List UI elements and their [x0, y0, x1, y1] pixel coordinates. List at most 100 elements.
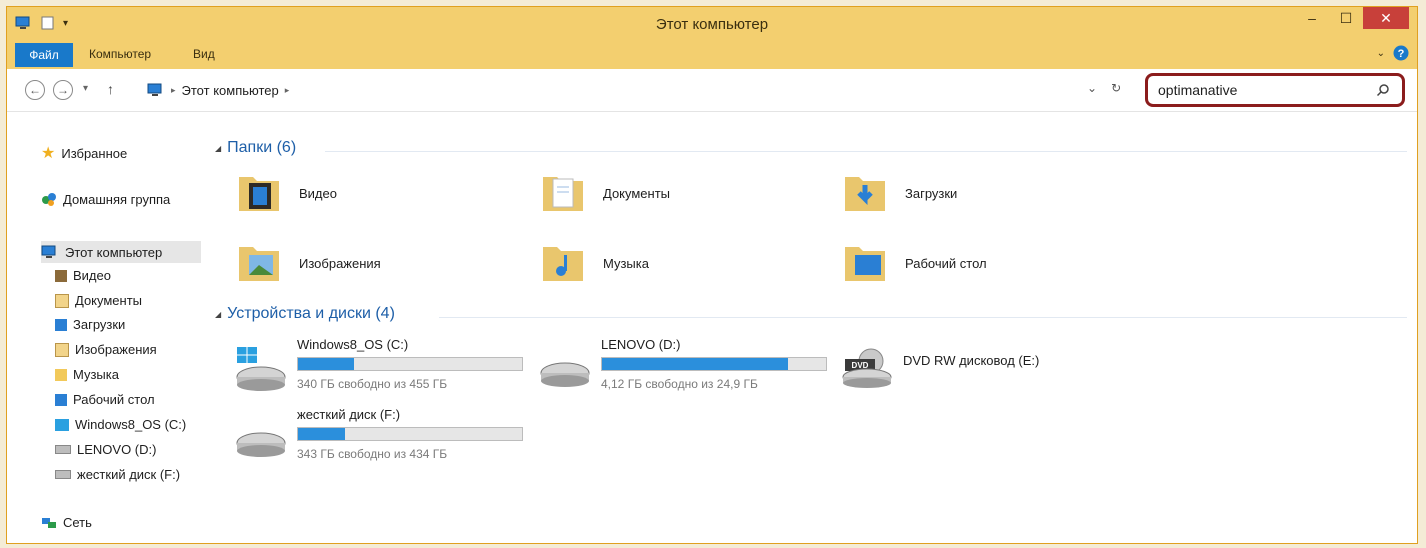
- nav-label: Рабочий стол: [73, 392, 155, 407]
- drive-icon: [55, 445, 71, 454]
- desktop-folder-icon: [55, 393, 67, 406]
- forward-button[interactable]: →: [53, 80, 73, 100]
- navigation-pane: ★ Избранное Домашняя группа Этот компьют…: [7, 111, 207, 543]
- nav-favorites[interactable]: ★ Избранное: [41, 143, 127, 163]
- address-bar[interactable]: ▸ Этот компьютер ▸: [147, 79, 1132, 101]
- drive-name: DVD RW дисковод (E:): [903, 353, 1040, 368]
- drive-icon: [540, 362, 590, 387]
- nav-item-pictures[interactable]: Изображения: [55, 342, 157, 357]
- nav-network[interactable]: Сеть: [41, 515, 92, 530]
- group-header-folders[interactable]: ◢ Папки (6): [215, 139, 296, 157]
- nav-label: Изображения: [75, 342, 157, 357]
- help-icon[interactable]: ?: [1393, 45, 1409, 61]
- folder-label: Рабочий стол: [905, 255, 987, 271]
- nav-item-drive-f[interactable]: жесткий диск (F:): [55, 467, 180, 482]
- svg-text:?: ?: [1398, 48, 1405, 60]
- folder-label: Документы: [603, 185, 671, 201]
- group-divider: [325, 151, 1407, 152]
- drive-icon: [55, 470, 71, 479]
- search-box[interactable]: optimanative: [1145, 73, 1405, 107]
- window-title: Этот компьютер: [655, 16, 769, 33]
- expand-ribbon-icon[interactable]: ⌄: [1377, 48, 1385, 59]
- nav-label: LENOVO (D:): [77, 442, 157, 457]
- drive-usage-fill: [298, 428, 346, 440]
- tab-file[interactable]: Файл: [15, 43, 73, 67]
- maximize-button[interactable]: ☐: [1329, 7, 1363, 29]
- content-area: ◢ Папки (6) Видео Документы Загрузки Изо…: [207, 111, 1417, 543]
- nav-this-pc[interactable]: Этот компьютер: [41, 241, 201, 263]
- dvd-drive-icon: DVD: [842, 348, 892, 388]
- drive-f[interactable]: жесткий диск (F:) 343 ГБ свободно из 434…: [235, 407, 535, 467]
- nav-label: Избранное: [61, 145, 128, 161]
- nav-label: Музыка: [73, 367, 119, 382]
- nav-label: Домашняя группа: [63, 191, 171, 207]
- group-header-devices[interactable]: ◢ Устройства и диски (4): [215, 305, 395, 323]
- drive-c[interactable]: Windows8_OS (C:) 340 ГБ свободно из 455 …: [235, 337, 535, 397]
- drive-usage-fill: [298, 358, 354, 370]
- refresh-icon[interactable]: ↻: [1111, 81, 1121, 95]
- collapse-triangle-icon[interactable]: ◢: [215, 310, 221, 319]
- chevron-right-icon[interactable]: ▸: [285, 85, 290, 96]
- drive-d[interactable]: LENOVO (D:) 4,12 ГБ свободно из 24,9 ГБ: [539, 337, 839, 397]
- up-arrow-icon[interactable]: ↑: [107, 81, 114, 97]
- drive-free-space: 343 ГБ свободно из 434 ГБ: [297, 447, 448, 461]
- drive-usage-fill: [602, 358, 788, 370]
- chevron-right-icon[interactable]: ▸: [171, 85, 176, 96]
- nav-label: Документы: [75, 293, 143, 308]
- address-toolbar: ← → ▾ ↑ ▸ Этот компьютер ▸ ⌄ ↻ optimanat…: [7, 69, 1417, 112]
- windows-drive-icon: [236, 347, 286, 391]
- nav-item-desktop[interactable]: Рабочий стол: [55, 392, 155, 407]
- search-icon[interactable]: [1376, 83, 1390, 97]
- folder-desktop[interactable]: Рабочий стол: [841, 239, 987, 287]
- nav-label: Этот компьютер: [65, 244, 163, 260]
- tab-view[interactable]: Вид: [193, 47, 215, 61]
- nav-label: Сеть: [63, 515, 92, 530]
- nav-item-drive-c[interactable]: Windows8_OS (C:): [55, 417, 186, 432]
- downloads-folder-icon: [55, 318, 67, 331]
- drive-name: жесткий диск (F:): [297, 407, 401, 422]
- folder-documents[interactable]: Документы: [539, 169, 670, 217]
- drive-usage-bar: [601, 357, 827, 371]
- music-folder-icon: [543, 247, 583, 281]
- pictures-folder-icon: [239, 247, 279, 281]
- folder-downloads[interactable]: Загрузки: [841, 169, 957, 217]
- nav-item-video[interactable]: Видео: [55, 268, 111, 283]
- windows-drive-icon: [55, 418, 69, 431]
- collapse-triangle-icon[interactable]: ◢: [215, 144, 221, 153]
- drive-free-space: 4,12 ГБ свободно из 24,9 ГБ: [601, 377, 758, 391]
- folder-music[interactable]: Музыка: [539, 239, 649, 287]
- folder-label: Музыка: [603, 255, 649, 271]
- drive-name: Windows8_OS (C:): [297, 337, 409, 352]
- computer-icon: [147, 83, 162, 96]
- ribbon-right-controls: ⌄ ?: [1377, 45, 1409, 61]
- drive-free-space: 340 ГБ свободно из 455 ГБ: [297, 377, 448, 391]
- star-icon: ★: [41, 145, 56, 162]
- address-dropdown-icon[interactable]: ⌄: [1087, 81, 1097, 95]
- group-divider: [439, 317, 1407, 318]
- network-icon: [42, 517, 56, 528]
- recent-locations-icon[interactable]: ▾: [83, 83, 88, 94]
- tab-computer[interactable]: Компьютер: [89, 47, 151, 61]
- nav-homegroup[interactable]: Домашняя группа: [41, 191, 170, 207]
- folder-video[interactable]: Видео: [235, 169, 337, 217]
- search-input[interactable]: optimanative: [1158, 82, 1237, 98]
- nav-item-documents[interactable]: Документы: [55, 293, 142, 308]
- nav-item-downloads[interactable]: Загрузки: [55, 317, 125, 332]
- address-location[interactable]: Этот компьютер: [182, 83, 279, 98]
- address-bar-actions: ⌄ ↻: [1087, 81, 1121, 95]
- nav-item-drive-d[interactable]: LENOVO (D:): [55, 442, 156, 457]
- minimize-button[interactable]: –: [1295, 7, 1329, 29]
- drive-icon: [236, 432, 286, 457]
- drive-e[interactable]: DVD DVD RW дисковод (E:): [841, 337, 1141, 397]
- documents-folder-icon: [55, 293, 69, 308]
- close-button[interactable]: ✕: [1363, 7, 1409, 29]
- back-button[interactable]: ←: [25, 80, 45, 100]
- downloads-folder-icon: [845, 177, 885, 211]
- folder-label: Изображения: [299, 255, 381, 271]
- window-controls: – ☐ ✕: [1295, 7, 1409, 29]
- video-folder-icon: [239, 177, 279, 211]
- folder-pictures[interactable]: Изображения: [235, 239, 381, 287]
- nav-item-music[interactable]: Музыка: [55, 367, 119, 382]
- drive-usage-bar: [297, 357, 523, 371]
- computer-icon: [41, 245, 56, 258]
